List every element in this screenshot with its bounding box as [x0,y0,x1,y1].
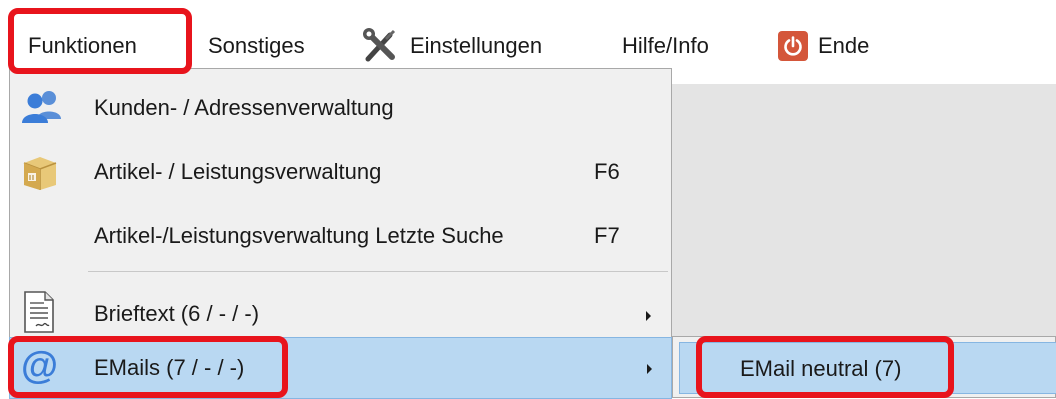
menu-item-label: Brieftext (6 / - / -) [94,301,260,326]
menu-funktionen-label: Funktionen [28,33,137,58]
menu-item-label: Kunden- / Adressenverwaltung [94,95,394,120]
menu-funktionen[interactable]: Funktionen [28,22,137,70]
emails-submenu: EMail neutral (7) [672,336,1056,398]
shortcut-f6: F6 [594,159,620,184]
power-icon [778,31,808,61]
box-icon [23,157,57,190]
menu-sonstiges[interactable]: Sonstiges [208,22,305,70]
shortcut-f7: F7 [594,223,620,248]
menu-einstellungen-label: Einstellungen [410,33,543,58]
menu-item-label: Artikel-/Leistungsverwaltung Letzte Such… [94,223,504,248]
menu-item-label: EMails (7 / - / -) [94,355,245,380]
svg-text:@: @ [21,346,58,386]
users-icon [22,91,61,123]
menu-item-artikel-letzte-suche[interactable]: Artikel-/Leistungsverwaltung Letzte Such… [10,213,671,263]
menu-item-kunden[interactable]: Kunden- / Adressenverwaltung [10,83,671,133]
menu-ende[interactable]: Ende [778,22,869,70]
at-sign-icon: @ [21,346,58,386]
document-icon [24,291,54,333]
menu-hilfe-info[interactable]: Hilfe/Info [622,22,709,70]
menu-separator [88,271,668,272]
menu-ende-label: Ende [818,33,870,58]
menu-item-brieftext[interactable]: Brieftext (6 / - / -) [10,289,671,339]
menu-sonstiges-label: Sonstiges [208,33,305,58]
submenu-arrow-icon [646,311,651,321]
menu-item-label: Artikel- / Leistungsverwaltung [94,159,382,184]
menu-item-artikel[interactable]: Artikel- / Leistungsverwaltung F6 [10,147,671,197]
submenu-arrow-icon [647,364,652,374]
menu-hilfe-label: Hilfe/Info [622,33,709,58]
funktionen-dropdown: Kunden- / Adressenverwaltung Artikel- / … [9,68,672,399]
menu-item-emails[interactable]: @ EMails (7 / - / -) [9,337,672,399]
menu-einstellungen[interactable]: Einstellungen [360,22,542,70]
submenu-item-email-neutral[interactable]: EMail neutral (7) [679,342,1056,394]
tools-icon [363,28,396,62]
submenu-item-label: EMail neutral (7) [740,356,902,381]
